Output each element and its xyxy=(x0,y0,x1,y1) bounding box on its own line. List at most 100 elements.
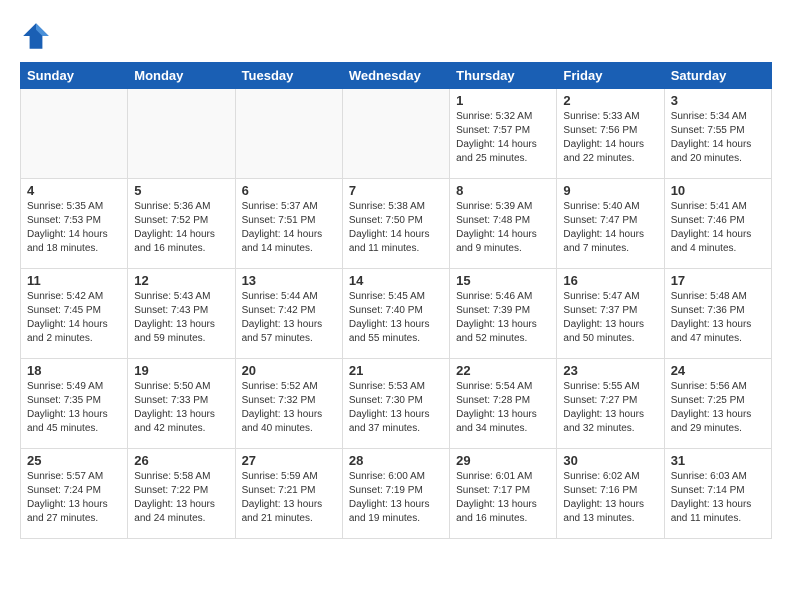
calendar-week-row: 25Sunrise: 5:57 AM Sunset: 7:24 PM Dayli… xyxy=(21,449,772,539)
calendar-day-cell: 25Sunrise: 5:57 AM Sunset: 7:24 PM Dayli… xyxy=(21,449,128,539)
calendar-day-cell: 24 Sunrise: 5:56 AM Sunset: 7:25 PM Dayli… xyxy=(664,359,771,449)
day-number: 15 xyxy=(456,273,550,288)
day-number: 11 xyxy=(27,273,121,288)
day-of-week-header: Saturday xyxy=(664,63,771,89)
day-of-week-header: Tuesday xyxy=(235,63,342,89)
day-number: 31 xyxy=(671,453,765,468)
day-info: Sunrise: 5:53 AM Sunset: 7:30 PM Dayligh… xyxy=(349,380,443,436)
day-of-week-header: Monday xyxy=(128,63,235,89)
day-info: Sunrise: 5:41 AM Sunset: 7:46 PM Dayligh… xyxy=(671,200,765,256)
calendar-week-row: 4 Sunrise: 5:35 AM Sunset: 7:53 PM Daylig… xyxy=(21,179,772,269)
day-info: Sunrise: 5:48 AM Sunset: 7:36 PM Dayligh… xyxy=(671,290,765,346)
calendar-day-cell xyxy=(342,89,449,179)
calendar-day-cell: 5 Sunrise: 5:36 AM Sunset: 7:52 PM Daylig… xyxy=(128,179,235,269)
calendar-day-cell: 9 Sunrise: 5:40 AM Sunset: 7:47 PM Daylig… xyxy=(557,179,664,269)
day-number: 20 xyxy=(242,363,336,378)
day-number: 21 xyxy=(349,363,443,378)
day-number: 23 xyxy=(563,363,657,378)
day-number: 7 xyxy=(349,183,443,198)
day-info: Sunrise: 6:03 AM Sunset: 7:14 PM Dayligh… xyxy=(671,470,765,526)
day-number: 17 xyxy=(671,273,765,288)
day-info: Sunrise: 5:43 AM Sunset: 7:43 PM Dayligh… xyxy=(134,290,228,346)
day-of-week-header: Sunday xyxy=(21,63,128,89)
calendar-day-cell: 2Sunrise: 5:33 AM Sunset: 7:56 PM Daylig… xyxy=(557,89,664,179)
calendar-day-cell: 8Sunrise: 5:39 AM Sunset: 7:48 PM Daylig… xyxy=(450,179,557,269)
calendar-day-cell: 3 Sunrise: 5:34 AM Sunset: 7:55 PM Daylig… xyxy=(664,89,771,179)
day-info: Sunrise: 6:01 AM Sunset: 7:17 PM Dayligh… xyxy=(456,470,550,526)
day-info: Sunrise: 5:42 AM Sunset: 7:45 PM Dayligh… xyxy=(27,290,121,346)
calendar-day-cell: 26Sunrise: 5:58 AM Sunset: 7:22 PM Dayli… xyxy=(128,449,235,539)
day-number: 28 xyxy=(349,453,443,468)
day-info: Sunrise: 5:40 AM Sunset: 7:47 PM Dayligh… xyxy=(563,200,657,256)
calendar-table: SundayMondayTuesdayWednesdayThursdayFrid… xyxy=(20,62,772,539)
day-number: 19 xyxy=(134,363,228,378)
logo xyxy=(20,20,56,52)
day-number: 3 xyxy=(671,93,765,108)
day-number: 30 xyxy=(563,453,657,468)
page-header xyxy=(20,20,772,52)
day-number: 5 xyxy=(134,183,228,198)
day-number: 4 xyxy=(27,183,121,198)
day-info: Sunrise: 5:35 AM Sunset: 7:53 PM Dayligh… xyxy=(27,200,121,256)
day-info: Sunrise: 5:36 AM Sunset: 7:52 PM Dayligh… xyxy=(134,200,228,256)
day-number: 6 xyxy=(242,183,336,198)
day-number: 2 xyxy=(563,93,657,108)
calendar-day-cell: 4 Sunrise: 5:35 AM Sunset: 7:53 PM Daylig… xyxy=(21,179,128,269)
day-info: Sunrise: 5:49 AM Sunset: 7:35 PM Dayligh… xyxy=(27,380,121,436)
calendar-day-cell: 17 Sunrise: 5:48 AM Sunset: 7:36 PM Dayli… xyxy=(664,269,771,359)
day-number: 12 xyxy=(134,273,228,288)
calendar-day-cell xyxy=(21,89,128,179)
calendar-day-cell: 1Sunrise: 5:32 AM Sunset: 7:57 PM Daylig… xyxy=(450,89,557,179)
calendar-day-cell: 20 Sunrise: 5:52 AM Sunset: 7:32 PM Dayli… xyxy=(235,359,342,449)
calendar-day-cell: 13 Sunrise: 5:44 AM Sunset: 7:42 PM Dayli… xyxy=(235,269,342,359)
calendar-day-cell: 14Sunrise: 5:45 AM Sunset: 7:40 PM Dayli… xyxy=(342,269,449,359)
calendar-day-cell: 29 Sunrise: 6:01 AM Sunset: 7:17 PM Dayli… xyxy=(450,449,557,539)
day-info: Sunrise: 5:34 AM Sunset: 7:55 PM Dayligh… xyxy=(671,110,765,166)
calendar-header-row: SundayMondayTuesdayWednesdayThursdayFrid… xyxy=(21,63,772,89)
calendar-day-cell: 31 Sunrise: 6:03 AM Sunset: 7:14 PM Dayli… xyxy=(664,449,771,539)
day-info: Sunrise: 6:02 AM Sunset: 7:16 PM Dayligh… xyxy=(563,470,657,526)
calendar-day-cell: 28 Sunrise: 6:00 AM Sunset: 7:19 PM Dayli… xyxy=(342,449,449,539)
logo-icon xyxy=(20,20,52,52)
day-info: Sunrise: 5:46 AM Sunset: 7:39 PM Dayligh… xyxy=(456,290,550,346)
day-info: Sunrise: 5:52 AM Sunset: 7:32 PM Dayligh… xyxy=(242,380,336,436)
calendar-day-cell: 7Sunrise: 5:38 AM Sunset: 7:50 PM Daylig… xyxy=(342,179,449,269)
calendar-day-cell xyxy=(235,89,342,179)
day-info: Sunrise: 5:54 AM Sunset: 7:28 PM Dayligh… xyxy=(456,380,550,436)
calendar-day-cell: 19Sunrise: 5:50 AM Sunset: 7:33 PM Dayli… xyxy=(128,359,235,449)
day-number: 14 xyxy=(349,273,443,288)
calendar-day-cell: 30 Sunrise: 6:02 AM Sunset: 7:16 PM Dayli… xyxy=(557,449,664,539)
calendar-day-cell: 6 Sunrise: 5:37 AM Sunset: 7:51 PM Daylig… xyxy=(235,179,342,269)
day-info: Sunrise: 5:44 AM Sunset: 7:42 PM Dayligh… xyxy=(242,290,336,346)
day-info: Sunrise: 6:00 AM Sunset: 7:19 PM Dayligh… xyxy=(349,470,443,526)
calendar-day-cell: 16 Sunrise: 5:47 AM Sunset: 7:37 PM Dayli… xyxy=(557,269,664,359)
day-number: 27 xyxy=(242,453,336,468)
day-number: 9 xyxy=(563,183,657,198)
calendar-day-cell: 27Sunrise: 5:59 AM Sunset: 7:21 PM Dayli… xyxy=(235,449,342,539)
day-number: 22 xyxy=(456,363,550,378)
day-number: 16 xyxy=(563,273,657,288)
day-of-week-header: Wednesday xyxy=(342,63,449,89)
calendar-day-cell: 11 Sunrise: 5:42 AM Sunset: 7:45 PM Dayli… xyxy=(21,269,128,359)
day-number: 10 xyxy=(671,183,765,198)
calendar-week-row: 18 Sunrise: 5:49 AM Sunset: 7:35 PM Dayli… xyxy=(21,359,772,449)
calendar-day-cell: 12 Sunrise: 5:43 AM Sunset: 7:43 PM Dayli… xyxy=(128,269,235,359)
calendar-day-cell: 15 Sunrise: 5:46 AM Sunset: 7:39 PM Dayli… xyxy=(450,269,557,359)
calendar-week-row: 1Sunrise: 5:32 AM Sunset: 7:57 PM Daylig… xyxy=(21,89,772,179)
day-number: 1 xyxy=(456,93,550,108)
day-of-week-header: Friday xyxy=(557,63,664,89)
calendar-day-cell: 21 Sunrise: 5:53 AM Sunset: 7:30 PM Dayli… xyxy=(342,359,449,449)
day-number: 29 xyxy=(456,453,550,468)
day-info: Sunrise: 5:47 AM Sunset: 7:37 PM Dayligh… xyxy=(563,290,657,346)
calendar-week-row: 11 Sunrise: 5:42 AM Sunset: 7:45 PM Dayli… xyxy=(21,269,772,359)
day-number: 8 xyxy=(456,183,550,198)
day-number: 13 xyxy=(242,273,336,288)
day-info: Sunrise: 5:55 AM Sunset: 7:27 PM Dayligh… xyxy=(563,380,657,436)
calendar-day-cell: 23 Sunrise: 5:55 AM Sunset: 7:27 PM Dayli… xyxy=(557,359,664,449)
day-number: 26 xyxy=(134,453,228,468)
day-info: Sunrise: 5:37 AM Sunset: 7:51 PM Dayligh… xyxy=(242,200,336,256)
calendar-day-cell xyxy=(128,89,235,179)
day-number: 24 xyxy=(671,363,765,378)
day-number: 18 xyxy=(27,363,121,378)
day-info: Sunrise: 5:56 AM Sunset: 7:25 PM Dayligh… xyxy=(671,380,765,436)
